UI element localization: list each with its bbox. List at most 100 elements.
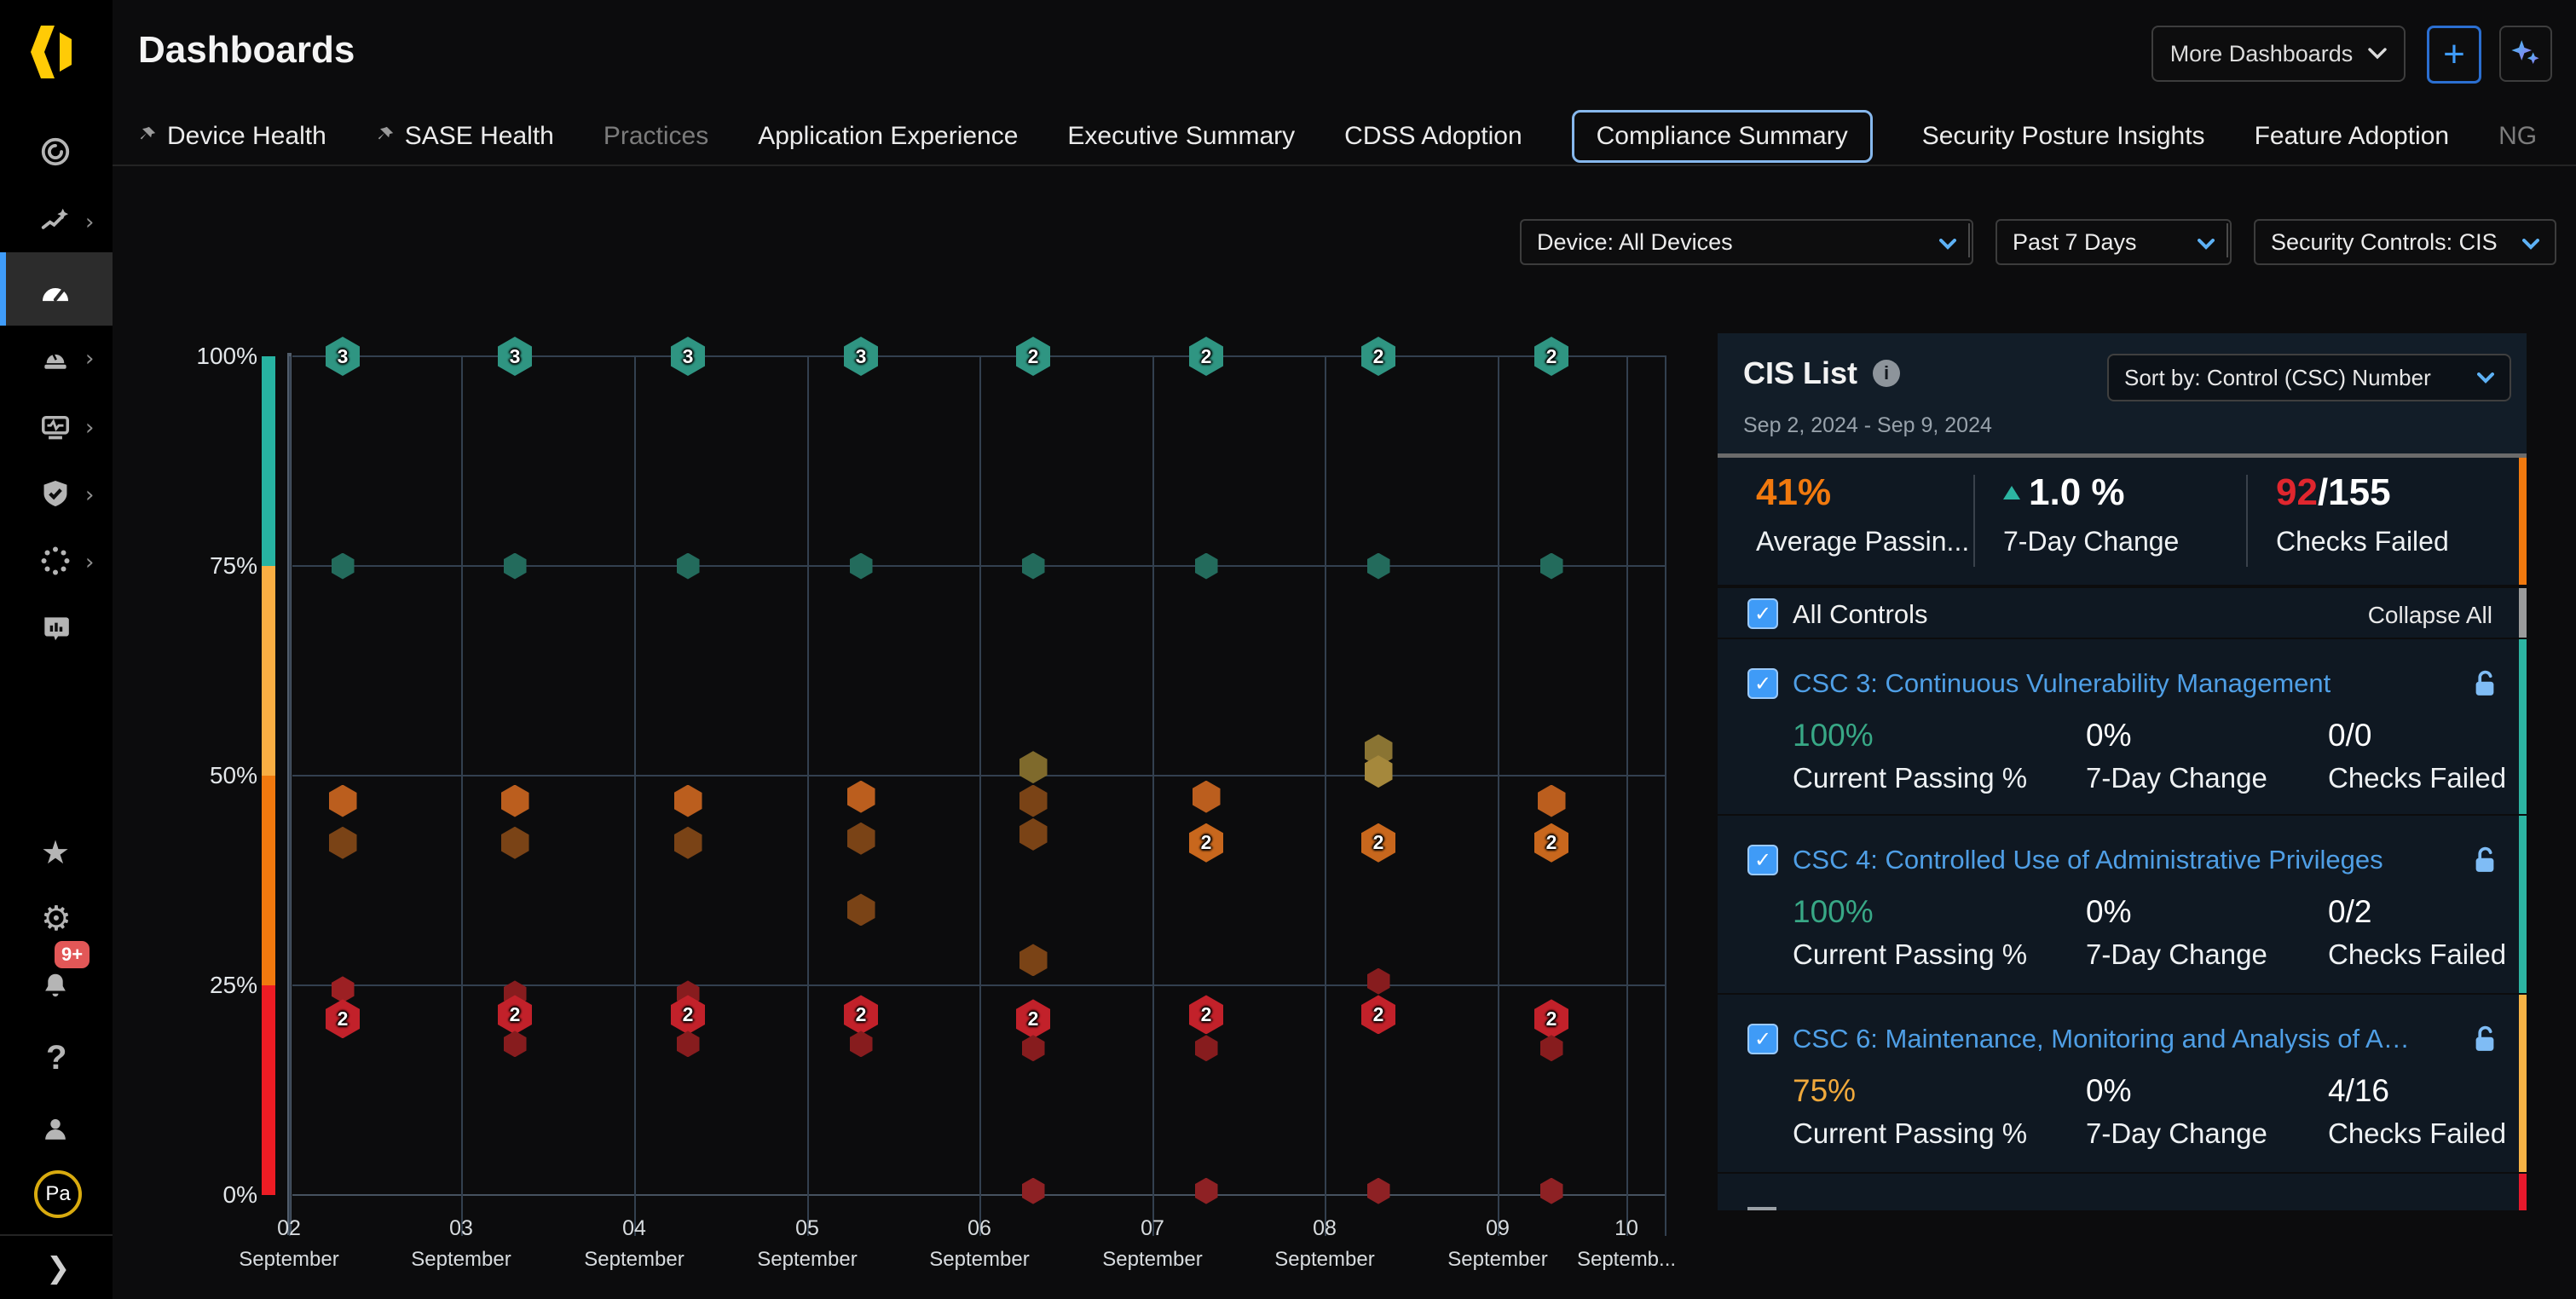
data-point-hex[interactable]: 2: [1534, 999, 1568, 1038]
data-point-hex[interactable]: 2: [1534, 823, 1568, 863]
data-point-hex[interactable]: [1367, 968, 1390, 995]
filter-past-7-days[interactable]: Past 7 Days: [1996, 219, 2232, 265]
data-point-hex[interactable]: [1538, 785, 1566, 817]
data-point-hex[interactable]: 2: [844, 995, 878, 1034]
data-point-hex[interactable]: [674, 827, 702, 859]
data-point-hex[interactable]: [847, 781, 875, 813]
data-point-hex[interactable]: 2: [1361, 337, 1395, 376]
data-point-hex[interactable]: [1022, 1035, 1045, 1061]
data-point-hex[interactable]: [1195, 1178, 1218, 1204]
tab-feature-adoption[interactable]: Feature Adoption: [2255, 122, 2450, 151]
data-point-hex[interactable]: 2: [1189, 337, 1223, 376]
control-title-link[interactable]: CSC 6: Maintenance, Monitoring and Analy…: [1793, 1024, 2415, 1054]
brand-logo-icon[interactable]: [29, 24, 82, 80]
data-point-hex[interactable]: [501, 827, 529, 859]
info-icon[interactable]: i: [1873, 360, 1900, 387]
sidebar-expand-button[interactable]: ❯: [0, 1241, 113, 1299]
unlock-icon[interactable]: [2472, 668, 2498, 703]
tab-ng[interactable]: NG: [2498, 122, 2537, 151]
sort-dropdown[interactable]: Sort by: Control (CSC) Number: [2107, 354, 2511, 401]
data-point-hex[interactable]: [850, 553, 873, 580]
data-point-hex[interactable]: [1540, 1035, 1563, 1061]
data-point-hex[interactable]: [1019, 944, 1048, 976]
data-point-hex[interactable]: [1193, 781, 1221, 813]
sidebar-item-account[interactable]: [0, 1094, 113, 1163]
data-point-hex[interactable]: [1022, 553, 1045, 580]
data-point-hex[interactable]: 2: [671, 995, 705, 1034]
data-point-hex[interactable]: [1022, 1178, 1045, 1204]
data-point-hex[interactable]: [847, 823, 875, 855]
data-point-hex[interactable]: 2: [1361, 995, 1395, 1034]
data-point-hex[interactable]: [1540, 553, 1563, 580]
data-point-hex[interactable]: 3: [498, 337, 532, 376]
summary-stats: 41% Average Passin... 1.0 % 7-Day Change…: [1718, 458, 2527, 585]
data-point-hex[interactable]: [1019, 818, 1048, 851]
data-point-hex[interactable]: [1367, 1178, 1390, 1204]
tab-executive-summary[interactable]: Executive Summary: [1067, 122, 1295, 151]
data-point-hex[interactable]: [850, 1031, 873, 1057]
data-point-hex[interactable]: [332, 553, 355, 580]
data-point-hex[interactable]: [677, 553, 700, 580]
sidebar-item-incidents-alerts[interactable]: ›: [0, 322, 113, 390]
sidebar-item-command-center[interactable]: [0, 117, 113, 185]
data-point-hex[interactable]: [504, 1031, 527, 1057]
add-dashboard-button[interactable]: +: [2427, 26, 2481, 84]
unlock-icon[interactable]: [2472, 1024, 2498, 1059]
data-point-hex[interactable]: 2: [1016, 337, 1050, 376]
sidebar-item-workflows[interactable]: ›: [0, 526, 113, 594]
tab-device-health[interactable]: Device Health: [138, 122, 326, 151]
control-title-link[interactable]: CSC 3: Continuous Vulnerability Manageme…: [1793, 668, 2331, 699]
data-point-hex[interactable]: [847, 893, 875, 926]
ai-assistant-button[interactable]: [2499, 26, 2552, 82]
sidebar-item-reports[interactable]: [0, 593, 113, 661]
data-point-hex[interactable]: [329, 785, 357, 817]
data-point-hex[interactable]: 2: [1189, 995, 1223, 1034]
data-point-hex[interactable]: 2: [1189, 823, 1223, 863]
data-point-hex[interactable]: [1195, 1035, 1218, 1061]
filter-security-controls-cis[interactable]: Security Controls: CIS: [2254, 219, 2556, 265]
data-point-hex[interactable]: 2: [1016, 999, 1050, 1038]
tab-sase-health[interactable]: SASE Health: [376, 122, 554, 151]
sidebar-item-dashboards[interactable]: [0, 253, 113, 321]
more-dashboards-button[interactable]: More Dashboards: [2151, 26, 2406, 82]
data-point-hex[interactable]: 3: [844, 337, 878, 376]
data-point-hex[interactable]: [677, 1031, 700, 1057]
tab-practices[interactable]: Practices: [604, 122, 708, 151]
data-point-count: 2: [683, 1003, 694, 1026]
sidebar-item-insights[interactable]: ›: [0, 186, 113, 254]
tab-compliance-summary[interactable]: Compliance Summary: [1572, 110, 1873, 163]
tab-cdss-adoption[interactable]: CDSS Adoption: [1344, 122, 1522, 151]
all-controls-checkbox[interactable]: ✓: [1747, 598, 1778, 629]
sidebar-item-notifications[interactable]: 9+: [0, 951, 113, 1019]
data-point-hex[interactable]: 3: [671, 337, 705, 376]
data-point-hex[interactable]: 2: [1534, 337, 1568, 376]
data-point-hex[interactable]: [1367, 553, 1390, 580]
data-point-hex[interactable]: [332, 976, 355, 1002]
control-checkbox[interactable]: ✓: [1747, 1024, 1778, 1054]
data-point-hex[interactable]: [329, 827, 357, 859]
data-point-hex[interactable]: 3: [326, 337, 360, 376]
sidebar-item-favorites[interactable]: ★: [0, 822, 113, 890]
data-point-hex[interactable]: 2: [1361, 823, 1395, 863]
data-point-hex[interactable]: 2: [326, 999, 360, 1038]
data-point-hex[interactable]: 2: [498, 995, 532, 1034]
data-point-hex[interactable]: [1540, 1178, 1563, 1204]
tab-security-posture-insights[interactable]: Security Posture Insights: [1922, 122, 2205, 151]
sidebar-item-help[interactable]: ?: [0, 1027, 113, 1095]
sidebar-item-security-posture[interactable]: ›: [0, 459, 113, 527]
data-point-hex[interactable]: [1195, 553, 1218, 580]
data-point-hex[interactable]: [504, 553, 527, 580]
data-point-hex[interactable]: [1019, 785, 1048, 817]
control-checkbox[interactable]: ✓: [1747, 668, 1778, 699]
control-checkbox[interactable]: ✓: [1747, 845, 1778, 875]
tab-application-experience[interactable]: Application Experience: [758, 122, 1018, 151]
control-stat-value: 0/2: [2328, 894, 2371, 930]
sidebar-item-profile[interactable]: Pa: [0, 1162, 113, 1230]
data-point-hex[interactable]: [674, 785, 702, 817]
control-title-link[interactable]: CSC 4: Controlled Use of Administrative …: [1793, 845, 2383, 875]
collapse-all-button[interactable]: Collapse All: [2368, 602, 2492, 629]
unlock-icon[interactable]: [2472, 845, 2498, 880]
sidebar-item-activity[interactable]: ›: [0, 391, 113, 459]
data-point-hex[interactable]: [501, 785, 529, 817]
data-point-hex[interactable]: [1019, 751, 1048, 783]
